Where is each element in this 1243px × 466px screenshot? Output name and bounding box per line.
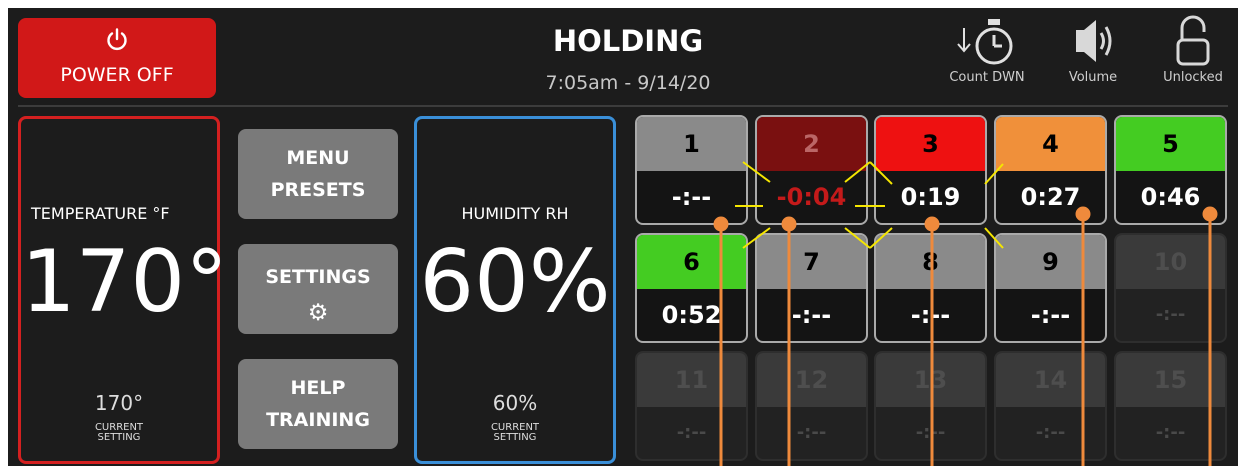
tile-time: -:-- (1035, 422, 1066, 443)
tile-time: -:-- (796, 422, 827, 443)
tile-number: 13 (876, 353, 985, 407)
power-off-button[interactable]: POWER OFF (18, 18, 216, 98)
tile-time: -:-- (671, 183, 712, 211)
timer-tile-6[interactable]: 6 0:52 (635, 233, 748, 343)
status-title: HOLDING (552, 24, 704, 58)
humidity-setting-value: 60% (492, 391, 538, 415)
timer-tile-3[interactable]: 3 0:19 (874, 115, 987, 225)
unlocked-padlock-icon (1176, 15, 1210, 66)
humidity-panel[interactable]: HUMIDITY RH 60% 60% CURRENT SETTING (414, 116, 616, 464)
menu-presets-button[interactable]: MENU PRESETS (238, 129, 398, 219)
tile-number: 10 (1116, 235, 1225, 289)
tile-number: 3 (876, 117, 985, 171)
power-icon (107, 28, 127, 51)
tile-time: 0:27 (1020, 183, 1081, 211)
humidity-label: HUMIDITY RH (461, 204, 569, 223)
temperature-panel[interactable]: TEMPERATURE °F 170° 170° CURRENT SETTING (18, 116, 229, 464)
count-down-timer-icon (957, 19, 1013, 65)
tile-number: 15 (1116, 353, 1225, 407)
tile-time: -:-- (1155, 422, 1186, 443)
timer-tile-10[interactable]: 10 -:-- (1114, 233, 1227, 343)
menu-presets-label-line1: MENU (286, 147, 350, 169)
menu-presets-label-line2: PRESETS (270, 179, 366, 201)
tile-number: 8 (876, 235, 985, 289)
timer-tile-8[interactable]: 8 -:-- (874, 233, 987, 343)
training-label: TRAINING (266, 409, 370, 431)
tile-time: -:-- (676, 422, 707, 443)
tile-number: 5 (1116, 117, 1225, 171)
tile-time: 0:19 (900, 183, 961, 211)
humidity-value: 60% (419, 232, 611, 332)
tile-number: 2 (757, 117, 866, 171)
tile-time: 0:52 (661, 301, 722, 329)
header-divider (18, 105, 1228, 107)
temperature-value: 170° (21, 232, 229, 332)
help-training-button[interactable]: HELP TRAINING (238, 359, 398, 449)
tile-number: 9 (996, 235, 1105, 289)
lock-toggle[interactable]: Unlocked (1153, 14, 1233, 85)
count-down-toggle[interactable]: Count DWN (932, 14, 1042, 85)
timer-tile-1[interactable]: 1 -:-- (635, 115, 748, 225)
settings-button[interactable]: SETTINGS ⚙ (238, 244, 398, 334)
volume-label: Volume (1068, 70, 1118, 85)
tile-number: 6 (637, 235, 746, 289)
timer-tile-7[interactable]: 7 -:-- (755, 233, 868, 343)
tile-time: -:-- (1155, 304, 1186, 325)
tile-time: -:-- (915, 422, 946, 443)
display-screen: POWER OFF HOLDING 7:05am - 9/14/20 Count… (8, 8, 1238, 466)
power-off-label: POWER OFF (60, 64, 174, 86)
timer-tile-14[interactable]: 14 -:-- (994, 351, 1107, 461)
lock-label: Unlocked (1163, 70, 1223, 85)
tile-number: 4 (996, 117, 1105, 171)
tile-time: -:-- (910, 301, 951, 329)
timer-tile-5[interactable]: 5 0:46 (1114, 115, 1227, 225)
tile-number: 14 (996, 353, 1105, 407)
timer-tile-11[interactable]: 11 -:-- (635, 351, 748, 461)
date-time: 7:05am - 9/14/20 (545, 72, 711, 94)
temperature-setting-value: 170° (94, 391, 144, 415)
temperature-label: TEMPERATURE °F (31, 204, 170, 223)
timer-tile-9[interactable]: 9 -:-- (994, 233, 1107, 343)
temperature-setting-caption: CURRENT SETTING (94, 422, 144, 443)
volume-icon (1076, 20, 1112, 62)
tile-time: -:-- (1030, 301, 1071, 329)
tile-number: 12 (757, 353, 866, 407)
count-down-label: Count DWN (949, 70, 1025, 85)
tile-time: -:-- (791, 301, 832, 329)
timer-tile-12[interactable]: 12 -:-- (755, 351, 868, 461)
tile-number: 7 (757, 235, 866, 289)
tile-time: 0:46 (1140, 183, 1201, 211)
tile-number: 1 (637, 117, 746, 171)
timer-tile-4[interactable]: 4 0:27 (994, 115, 1107, 225)
humidity-setting-caption: CURRENT SETTING (490, 422, 540, 443)
settings-label: SETTINGS (265, 266, 371, 288)
volume-button[interactable]: Volume (1058, 14, 1128, 85)
timer-tile-13[interactable]: 13 -:-- (874, 351, 987, 461)
tile-number: 11 (637, 353, 746, 407)
gear-icon: ⚙ (307, 300, 329, 326)
help-label: HELP (290, 377, 346, 399)
timer-tile-2[interactable]: 2 -0:04 (755, 115, 868, 225)
timer-tile-15[interactable]: 15 -:-- (1114, 351, 1227, 461)
tile-time: -0:04 (776, 183, 847, 211)
